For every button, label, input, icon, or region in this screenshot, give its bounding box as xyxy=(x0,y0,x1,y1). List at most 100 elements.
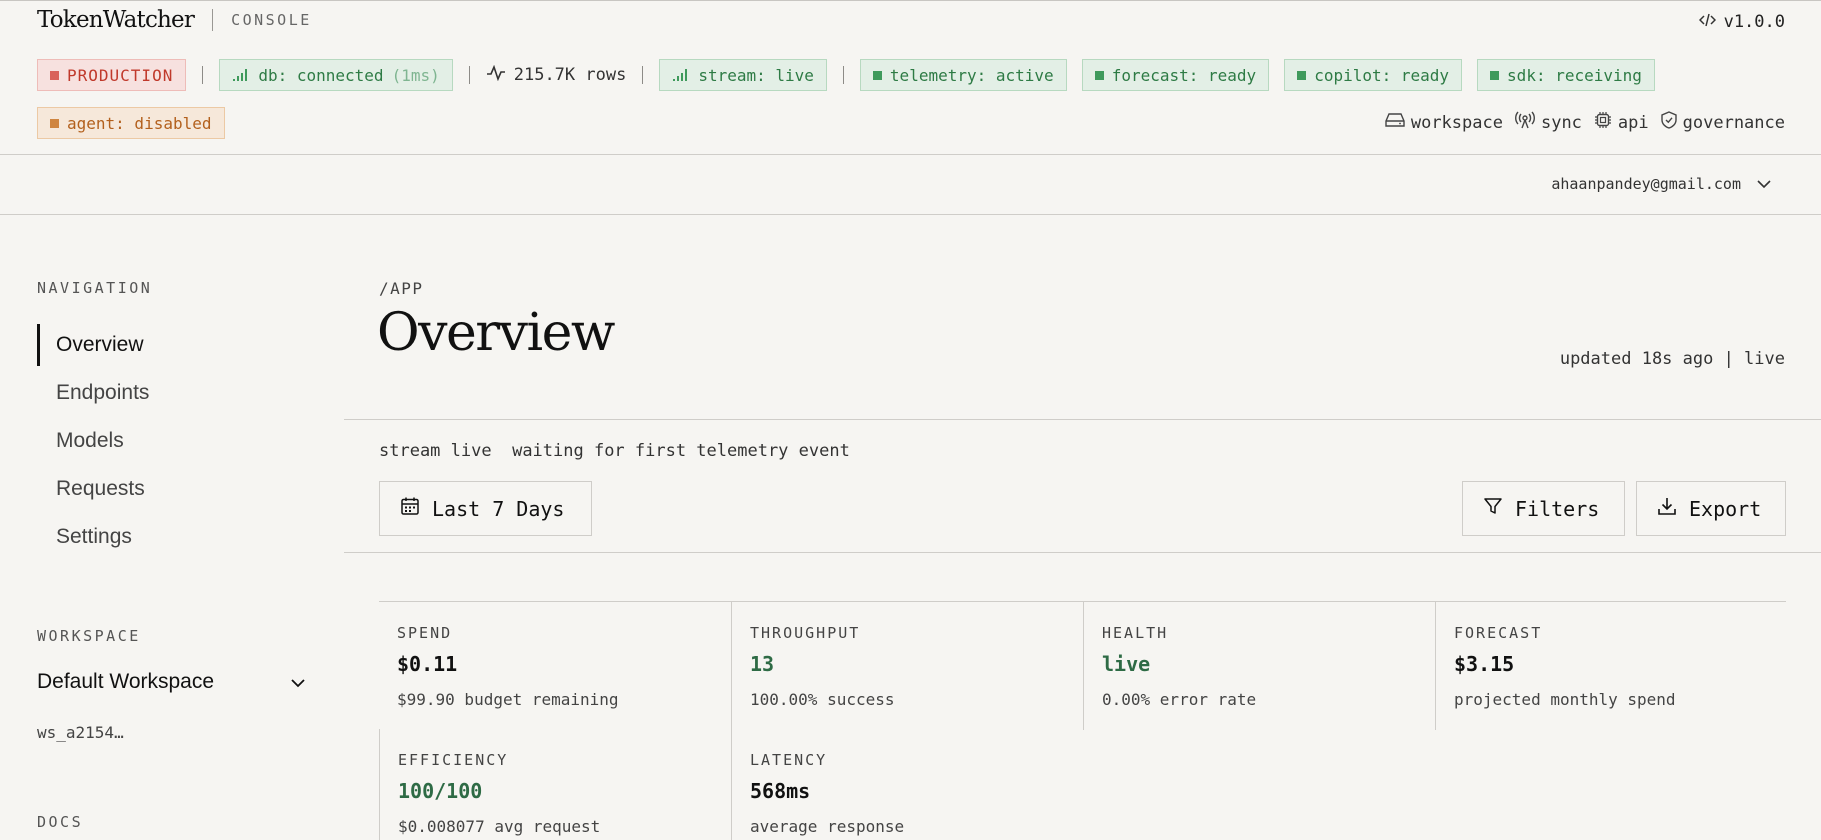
stream-status-badge: stream: live xyxy=(659,59,827,91)
status-dot-icon xyxy=(50,118,59,128)
workspace-section-label: WORKSPACE xyxy=(37,627,141,645)
export-button[interactable]: Export xyxy=(1636,481,1786,536)
user-bar: ahaanpandey@gmail.com xyxy=(0,155,1821,215)
divider xyxy=(642,66,644,84)
docs-section-label: DOCS xyxy=(37,813,84,831)
page-title: Overview xyxy=(377,303,615,363)
status-row-2: agent: disabled xyxy=(37,107,225,139)
workspace-name: Default Workspace xyxy=(37,670,215,693)
drive-icon xyxy=(1385,112,1405,133)
copilot-status-badge: copilot: ready xyxy=(1284,59,1463,91)
db-status-badge: db: connected (1ms) xyxy=(219,59,453,91)
workspace-link[interactable]: workspace xyxy=(1385,112,1503,133)
main-content: /APP Overview updated 18s ago | live str… xyxy=(344,215,1821,840)
sidebar-item-label: Settings xyxy=(56,525,132,548)
metric-subtext: 0.00% error rate xyxy=(1102,690,1257,709)
sync-link-label: sync xyxy=(1540,112,1582,133)
export-label: Export xyxy=(1689,496,1762,521)
metric-card-throughput: THROUGHPUT 13 100.00% success xyxy=(731,602,1083,730)
metric-value: live xyxy=(1102,652,1151,676)
sidebar-item-overview[interactable]: Overview xyxy=(37,324,297,366)
stream-status-line: stream live waiting for first telemetry … xyxy=(379,441,850,461)
sidebar-item-label: Endpoints xyxy=(56,381,150,404)
metrics-grid: SPEND $0.11 $99.90 budget remaining THRO… xyxy=(379,601,1786,840)
telemetry-status-badge: telemetry: active xyxy=(859,59,1067,91)
date-range-label: Last 7 Days xyxy=(432,496,565,521)
metric-value: 568ms xyxy=(750,779,811,803)
signal-bars-icon xyxy=(232,66,250,85)
stream-message: waiting for first telemetry event xyxy=(512,441,850,461)
status-dot-icon xyxy=(1297,70,1307,80)
filters-label: Filters xyxy=(1515,496,1600,521)
stream-status-label: stream: live xyxy=(698,65,814,85)
divider xyxy=(842,66,844,84)
divider xyxy=(344,552,1821,553)
metric-subtext: 100.00% success xyxy=(750,690,895,709)
brand-subtitle: CONSOLE xyxy=(231,11,312,29)
metric-label: EFFICIENCY xyxy=(398,751,509,769)
metric-subtext: average response xyxy=(750,817,905,836)
navigation-section-label: NAVIGATION xyxy=(37,279,153,297)
user-email: ahaanpandey@gmail.com xyxy=(1551,175,1741,193)
agent-status-label: agent: disabled xyxy=(67,113,212,133)
status-dot-icon xyxy=(872,70,882,80)
db-latency: (1ms) xyxy=(391,65,440,85)
filters-button[interactable]: Filters xyxy=(1462,481,1625,536)
activity-icon xyxy=(486,64,506,86)
status-dot-icon xyxy=(50,70,59,80)
breadcrumb: /APP xyxy=(379,279,424,298)
environment-badge: PRODUCTION xyxy=(37,59,187,91)
environment-label: PRODUCTION xyxy=(67,65,174,85)
metric-value: 13 xyxy=(750,652,775,676)
brand-name: TokenWatcher xyxy=(37,7,195,33)
version-indicator: v1.0.0 xyxy=(1698,12,1785,32)
shield-icon xyxy=(1660,111,1677,134)
metric-card-efficiency: EFFICIENCY 100/100 $0.008077 avg request xyxy=(379,729,731,840)
metric-subtext: $99.90 budget remaining xyxy=(397,690,619,709)
status-dot-icon xyxy=(1490,70,1500,80)
forecast-status-label: forecast: ready xyxy=(1111,65,1257,85)
metric-label: HEALTH xyxy=(1102,624,1169,642)
divider xyxy=(468,66,470,84)
updated-status: updated 18s ago | live xyxy=(1559,349,1785,369)
code-icon xyxy=(1698,12,1716,32)
metric-card-latency: LATENCY 568ms average response xyxy=(731,729,1083,840)
sidebar: NAVIGATION Overview Endpoints Models Req… xyxy=(0,215,344,840)
workspace-selector[interactable]: Default Workspace xyxy=(37,670,305,694)
api-link[interactable]: api xyxy=(1594,111,1649,134)
divider xyxy=(202,66,204,84)
user-menu[interactable]: ahaanpandey@gmail.com xyxy=(1551,175,1771,193)
quick-links: workspace sync api governance xyxy=(1385,111,1785,134)
forecast-status-badge: forecast: ready xyxy=(1081,59,1270,91)
version-label: v1.0.0 xyxy=(1723,12,1785,32)
metric-label: THROUGHPUT xyxy=(750,624,861,642)
sidebar-item-label: Requests xyxy=(56,477,145,500)
status-row: PRODUCTION db: connected (1ms) 215.7K ro… xyxy=(37,59,1655,91)
copilot-status-label: copilot: ready xyxy=(1314,65,1450,85)
metric-value: $3.15 xyxy=(1454,652,1515,676)
workspace-link-label: workspace xyxy=(1410,112,1503,133)
chip-icon xyxy=(1594,111,1612,134)
agent-status-badge: agent: disabled xyxy=(37,107,225,139)
db-status-label: db: connected xyxy=(258,65,384,85)
brand-divider xyxy=(212,9,214,31)
signal-bars-icon xyxy=(672,66,690,85)
date-range-button[interactable]: Last 7 Days xyxy=(379,481,592,536)
row-count-label: 215.7K rows xyxy=(513,65,627,85)
sidebar-item-label: Models xyxy=(56,429,124,452)
telemetry-status-label: telemetry: active xyxy=(889,65,1054,85)
sidebar-item-settings[interactable]: Settings xyxy=(37,516,297,558)
brand[interactable]: TokenWatcher CONSOLE xyxy=(37,7,312,33)
stream-status-text: stream live xyxy=(379,441,492,461)
sidebar-item-models[interactable]: Models xyxy=(37,420,297,462)
metric-card-forecast: FORECAST $3.15 projected monthly spend xyxy=(1435,602,1786,730)
sdk-status-badge: sdk: receiving xyxy=(1477,59,1655,91)
sync-link[interactable]: sync xyxy=(1514,111,1582,134)
download-icon xyxy=(1657,496,1677,521)
governance-link[interactable]: governance xyxy=(1660,111,1785,134)
metric-value: $0.11 xyxy=(397,652,458,676)
sidebar-item-requests[interactable]: Requests xyxy=(37,468,297,510)
metric-value: 100/100 xyxy=(398,779,483,803)
top-bar: TokenWatcher CONSOLE v1.0.0 PRODUCTION d… xyxy=(0,0,1821,155)
sidebar-item-endpoints[interactable]: Endpoints xyxy=(37,372,297,414)
